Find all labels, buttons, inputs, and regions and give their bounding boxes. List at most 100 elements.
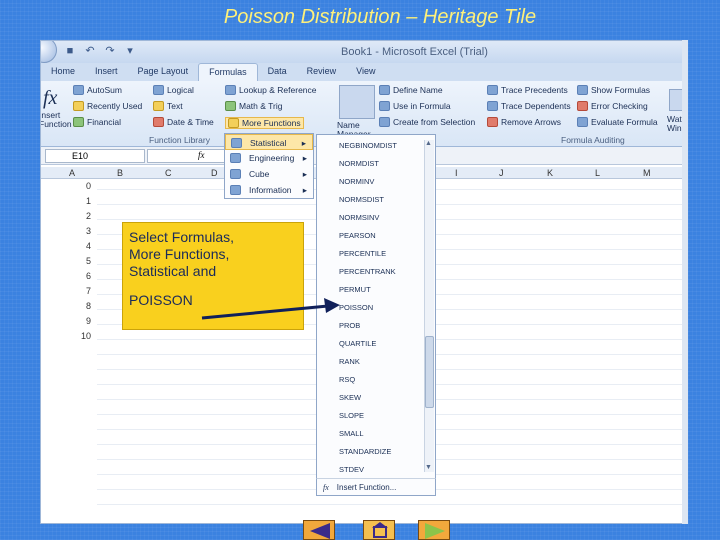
row-label: 3: [85, 226, 91, 236]
column-header[interactable]: A: [69, 168, 75, 178]
column-header[interactable]: M: [643, 168, 651, 178]
menu-scrollbar[interactable]: [424, 140, 434, 472]
column-header[interactable]: B: [117, 168, 123, 178]
column-header[interactable]: J: [499, 168, 504, 178]
menu-item-function[interactable]: SMALL: [339, 429, 364, 438]
menu-item-statistical[interactable]: Statistical ▸: [225, 134, 313, 150]
tab-formulas[interactable]: Formulas: [198, 63, 258, 81]
scroll-down-icon[interactable]: ▼: [425, 464, 432, 471]
menu-item-function[interactable]: PERCENTRANK: [339, 267, 396, 276]
undo-icon[interactable]: ↶: [83, 44, 97, 58]
create-from-selection-button[interactable]: Create from Selection: [379, 117, 475, 127]
trace-dependents-button[interactable]: Trace Dependents: [487, 101, 571, 111]
fx-icon: fx: [198, 150, 205, 160]
menu-item-function[interactable]: RSQ: [339, 375, 355, 384]
menu-item-function[interactable]: PERMUT: [339, 285, 371, 294]
menu-item-function[interactable]: NEGBINOMDIST: [339, 141, 397, 150]
trace-precedents-button[interactable]: Trace Precedents: [487, 85, 568, 95]
row-label: 7: [85, 286, 91, 296]
callout-line: Statistical and: [129, 263, 217, 279]
tab-insert[interactable]: Insert: [85, 63, 128, 81]
more-functions-button[interactable]: More Functions: [225, 117, 304, 129]
office-button-icon[interactable]: [41, 41, 57, 63]
logical-button[interactable]: Logical: [153, 85, 194, 95]
name-manager-icon[interactable]: [339, 85, 375, 119]
previous-slide-button[interactable]: [303, 520, 335, 540]
lookup-reference-button[interactable]: Lookup & Reference: [225, 85, 317, 95]
row-label: 0: [85, 181, 91, 191]
evaluate-icon: [577, 117, 588, 127]
evaluate-formula-button[interactable]: Evaluate Formula: [577, 117, 658, 127]
more-functions-menu: Statistical ▸ Engineering ▸ Cube ▸ Informat…: [224, 133, 314, 199]
redo-icon[interactable]: ↷: [103, 44, 117, 58]
row-label: 2: [85, 211, 91, 221]
information-icon: [230, 185, 241, 195]
menu-item-function[interactable]: NORMSDIST: [339, 195, 384, 204]
text-button[interactable]: Text: [153, 101, 183, 111]
menu-item-function[interactable]: QUARTILE: [339, 339, 376, 348]
submenu-arrow-icon: ▸: [302, 185, 307, 195]
statistical-icon: [231, 138, 242, 148]
window-edge: [682, 40, 688, 524]
insert-function-button[interactable]: Insert Function: [41, 111, 72, 129]
menu-item-engineering[interactable]: Engineering ▸: [225, 150, 313, 166]
menu-item-function[interactable]: SLOPE: [339, 411, 364, 420]
tab-home[interactable]: Home: [41, 63, 85, 81]
math-trig-button[interactable]: Math & Trig: [225, 101, 282, 111]
menu-item-cube[interactable]: Cube ▸: [225, 166, 313, 182]
ribbon-tabs: Home Insert Page Layout Formulas Data Re…: [41, 63, 687, 81]
calendar-icon: [153, 117, 164, 127]
dropdown-arrow-icon[interactable]: ▾: [123, 44, 137, 58]
menu-item-function[interactable]: STDEV: [339, 465, 364, 474]
define-name-button[interactable]: Define Name: [379, 85, 443, 95]
fx-icon[interactable]: fx: [43, 87, 57, 110]
menu-item-function[interactable]: NORMINV: [339, 177, 374, 186]
star-icon: [73, 101, 84, 111]
row-label: 9: [85, 316, 91, 326]
column-header[interactable]: I: [455, 168, 458, 178]
next-slide-button[interactable]: [418, 520, 450, 540]
show-formulas-button[interactable]: Show Formulas: [577, 85, 650, 95]
quick-access-toolbar: ■ ↶ ↷ ▾: [63, 44, 137, 58]
menu-item-function[interactable]: RANK: [339, 357, 360, 366]
column-header[interactable]: D: [211, 168, 218, 178]
menu-item-function[interactable]: STANDARDIZE: [339, 447, 391, 456]
submenu-arrow-icon: ▸: [302, 153, 307, 163]
remove-icon: [487, 117, 498, 127]
autosum-button[interactable]: AutoSum: [73, 85, 122, 95]
scroll-up-icon[interactable]: ▲: [425, 140, 432, 147]
row-label: 10: [80, 331, 91, 341]
tab-review[interactable]: Review: [297, 63, 347, 81]
pointer-arrow: [201, 298, 340, 320]
save-icon[interactable]: ■: [63, 44, 77, 58]
row-label: 4: [85, 241, 91, 251]
menu-item-function[interactable]: NORMSINV: [339, 213, 379, 222]
menu-item-function[interactable]: SKEW: [339, 393, 361, 402]
menu-item-function[interactable]: PERCENTILE: [339, 249, 386, 258]
scrollbar-thumb[interactable]: [425, 336, 434, 408]
menu-item-function[interactable]: NORMDIST: [339, 159, 379, 168]
callout-line: More Functions,: [129, 246, 230, 262]
function-library-label: Function Library: [149, 135, 210, 145]
remove-arrows-button[interactable]: Remove Arrows: [487, 117, 561, 127]
home-button[interactable]: [363, 520, 395, 540]
financial-icon: [73, 117, 84, 127]
tab-page-layout[interactable]: Page Layout: [128, 63, 199, 81]
error-checking-button[interactable]: Error Checking: [577, 101, 648, 111]
menu-item-function[interactable]: PEARSON: [339, 231, 376, 240]
use-in-formula-button[interactable]: Use in Formula: [379, 101, 451, 111]
insert-function-menu-item[interactable]: fx Insert Function...: [316, 478, 436, 496]
row-label: 6: [85, 271, 91, 281]
column-header[interactable]: C: [165, 168, 172, 178]
logical-icon: [153, 85, 164, 95]
menu-item-information[interactable]: Information ▸: [225, 182, 313, 198]
date-time-button[interactable]: Date & Time: [153, 117, 214, 127]
recently-used-button[interactable]: Recently Used: [73, 101, 142, 111]
name-box[interactable]: E10: [45, 149, 145, 163]
column-header[interactable]: L: [595, 168, 600, 178]
column-header[interactable]: K: [547, 168, 553, 178]
submenu-arrow-icon: ▸: [301, 138, 306, 148]
tab-data[interactable]: Data: [258, 63, 297, 81]
tab-view[interactable]: View: [346, 63, 385, 81]
financial-button[interactable]: Financial: [73, 117, 121, 127]
